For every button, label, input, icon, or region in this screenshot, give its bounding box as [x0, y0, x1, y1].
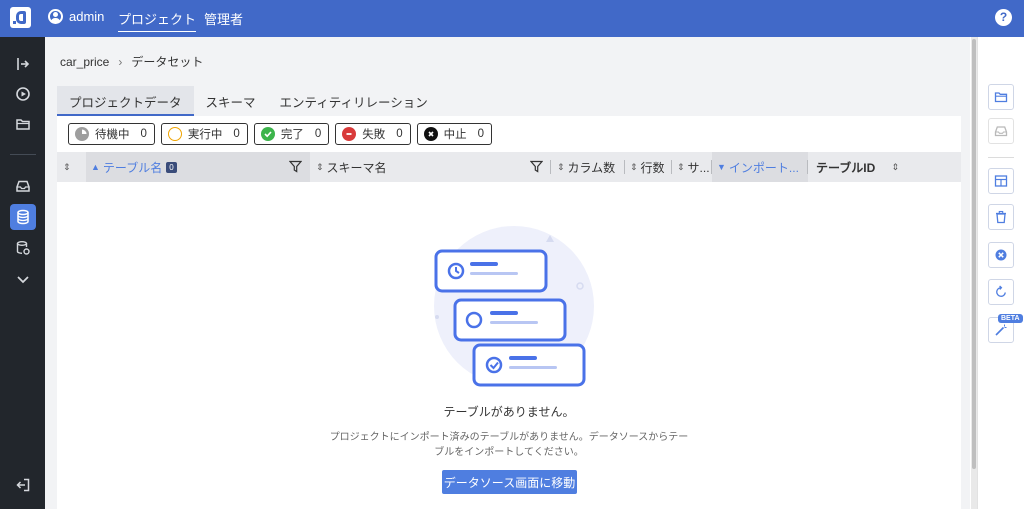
status-filter-running[interactable]: 実行中 0 — [160, 123, 248, 145]
breadcrumb: car_price › データセット — [60, 53, 203, 70]
sort-icon: ⇕ — [677, 161, 685, 172]
expand-sidebar-icon[interactable] — [10, 51, 36, 77]
empty-desc-line: ブルをインポートしてください。 — [434, 447, 584, 458]
filter-icon[interactable] — [289, 160, 302, 173]
sort-asc-icon: ▲ — [91, 162, 100, 172]
sort-icon: ⇕ — [630, 161, 638, 172]
inbox-button[interactable] — [988, 118, 1014, 144]
status-count: 0 — [233, 128, 240, 140]
clock-icon — [75, 127, 89, 141]
sort-icon: ⇕ — [557, 161, 565, 172]
column-header-size[interactable]: ⇕ サ... — [672, 152, 712, 182]
delete-button[interactable] — [988, 204, 1014, 230]
status-filter-aborted[interactable]: 中止 0 — [416, 123, 493, 145]
go-to-datasource-button[interactable]: データソース画面に移動 — [442, 470, 577, 494]
status-label: 待機中 — [95, 129, 130, 141]
column-label: カラム数 — [567, 160, 616, 175]
sort-icon: ⇕ — [891, 161, 899, 172]
folder-button[interactable] — [988, 84, 1014, 110]
cancel-button[interactable] — [988, 242, 1014, 268]
status-count: 0 — [477, 128, 485, 140]
trash-icon — [996, 210, 1006, 224]
user-menu[interactable]: admin — [48, 9, 104, 24]
nav-admin[interactable]: 管理者 — [204, 9, 243, 28]
breadcrumb-current: データセット — [131, 55, 204, 69]
refresh-icon — [996, 285, 1006, 297]
empty-tables-illustration — [434, 226, 594, 387]
scroll-thumb[interactable] — [972, 39, 976, 469]
database-settings-icon[interactable] — [10, 235, 36, 261]
tab-project-data[interactable]: プロジェクトデータ — [57, 86, 194, 116]
running-icon — [167, 127, 182, 141]
status-filter-waiting[interactable]: 待機中 0 — [68, 123, 155, 145]
column-header-import[interactable]: ▼ インポート... — [712, 152, 808, 182]
column-label: スキーマ名 — [326, 160, 387, 175]
column-header-column-count[interactable]: ⇕ カラム数 — [551, 152, 625, 182]
column-label: テーブルID — [816, 160, 876, 175]
chevron-down-icon[interactable] — [10, 266, 36, 292]
table-header: ⇕ ▲ テーブル名 0 ⇕ スキーマ名 ⇕ カラム数 ⇕ 行数 ⇕ サ... ▼… — [57, 152, 961, 182]
sidebar-divider — [10, 154, 36, 155]
tab-bar: プロジェクトデータ スキーマ エンティティリレーション — [57, 86, 440, 116]
column-label: 行数 — [640, 160, 665, 175]
status-filter-row: 待機中 0 実行中 0 完了 0 失敗 0 中止 0 — [68, 123, 493, 145]
tab-schema[interactable]: スキーマ — [194, 86, 268, 116]
column-header-row-count[interactable]: ⇕ 行数 — [625, 152, 672, 182]
folder-icon — [994, 92, 1008, 103]
column-label: サ... — [687, 160, 710, 175]
help-icon[interactable]: ? — [995, 9, 1012, 26]
filter-icon[interactable] — [530, 160, 543, 173]
close-icon — [423, 127, 438, 141]
check-icon — [260, 127, 275, 141]
empty-state-description: プロジェクトにインポート済みのテーブルがありません。データソースからテー ブルを… — [327, 430, 691, 460]
column-label: テーブル名 — [102, 160, 163, 175]
user-name: admin — [69, 9, 105, 24]
chevron-right-icon: › — [118, 54, 123, 69]
sort-desc-icon: ▼ — [717, 162, 726, 172]
filter-count-badge: 0 — [166, 161, 177, 173]
right-toolbar: BETA — [977, 37, 1024, 509]
column-header-schema-name[interactable]: ⇕ スキーマ名 — [310, 152, 551, 182]
column-header-table-id[interactable]: テーブルID ⇕ — [808, 152, 908, 182]
user-icon — [48, 9, 63, 24]
status-label: 失敗 — [362, 129, 386, 141]
cancel-circle-icon — [995, 249, 1007, 261]
database-icon[interactable] — [10, 204, 36, 230]
column-label: インポート... — [728, 160, 799, 175]
inbox-icon — [994, 126, 1008, 137]
empty-state-title: テーブルがありません。 — [443, 405, 575, 419]
tab-entity-relation[interactable]: エンティティリレーション — [268, 86, 440, 116]
status-label: 実行中 — [187, 129, 223, 141]
table-layout-button[interactable] — [988, 168, 1014, 194]
status-filter-complete[interactable]: 完了 0 — [253, 123, 330, 145]
table-merge-icon — [994, 175, 1008, 187]
status-label: 完了 — [280, 129, 304, 141]
top-bar: admin プロジェクト 管理者 ? — [0, 0, 1024, 37]
folder-icon[interactable] — [10, 111, 36, 137]
column-header-table-name[interactable]: ▲ テーブル名 0 — [86, 152, 310, 182]
run-icon[interactable] — [10, 81, 36, 107]
app-logo[interactable] — [10, 7, 31, 28]
inbox-icon[interactable] — [10, 173, 36, 199]
sort-icon: ⇕ — [316, 161, 324, 172]
logout-icon[interactable] — [10, 472, 36, 498]
breadcrumb-project[interactable]: car_price — [60, 55, 109, 69]
status-count: 0 — [396, 128, 403, 140]
status-label: 中止 — [443, 129, 467, 141]
status-count: 0 — [140, 128, 147, 140]
select-all-sort[interactable]: ⇕ — [57, 152, 86, 182]
refresh-button[interactable] — [988, 279, 1014, 305]
status-filter-failed[interactable]: 失敗 0 — [335, 123, 411, 145]
toolbar-divider — [988, 157, 1014, 158]
left-sidebar — [0, 37, 45, 509]
nav-project[interactable]: プロジェクト — [118, 9, 197, 32]
beta-badge: BETA — [998, 314, 1023, 323]
table-panel: 待機中 0 実行中 0 完了 0 失敗 0 中止 0 ⇕ ▲ テーブル名 0 ⇕… — [57, 116, 961, 509]
magic-wand-icon — [995, 324, 1007, 336]
empty-desc-line: プロジェクトにインポート済みのテーブルがありません。データソースからテー — [329, 432, 689, 443]
sort-icon: ⇕ — [63, 161, 71, 172]
status-count: 0 — [314, 128, 322, 140]
minus-icon — [342, 127, 357, 141]
